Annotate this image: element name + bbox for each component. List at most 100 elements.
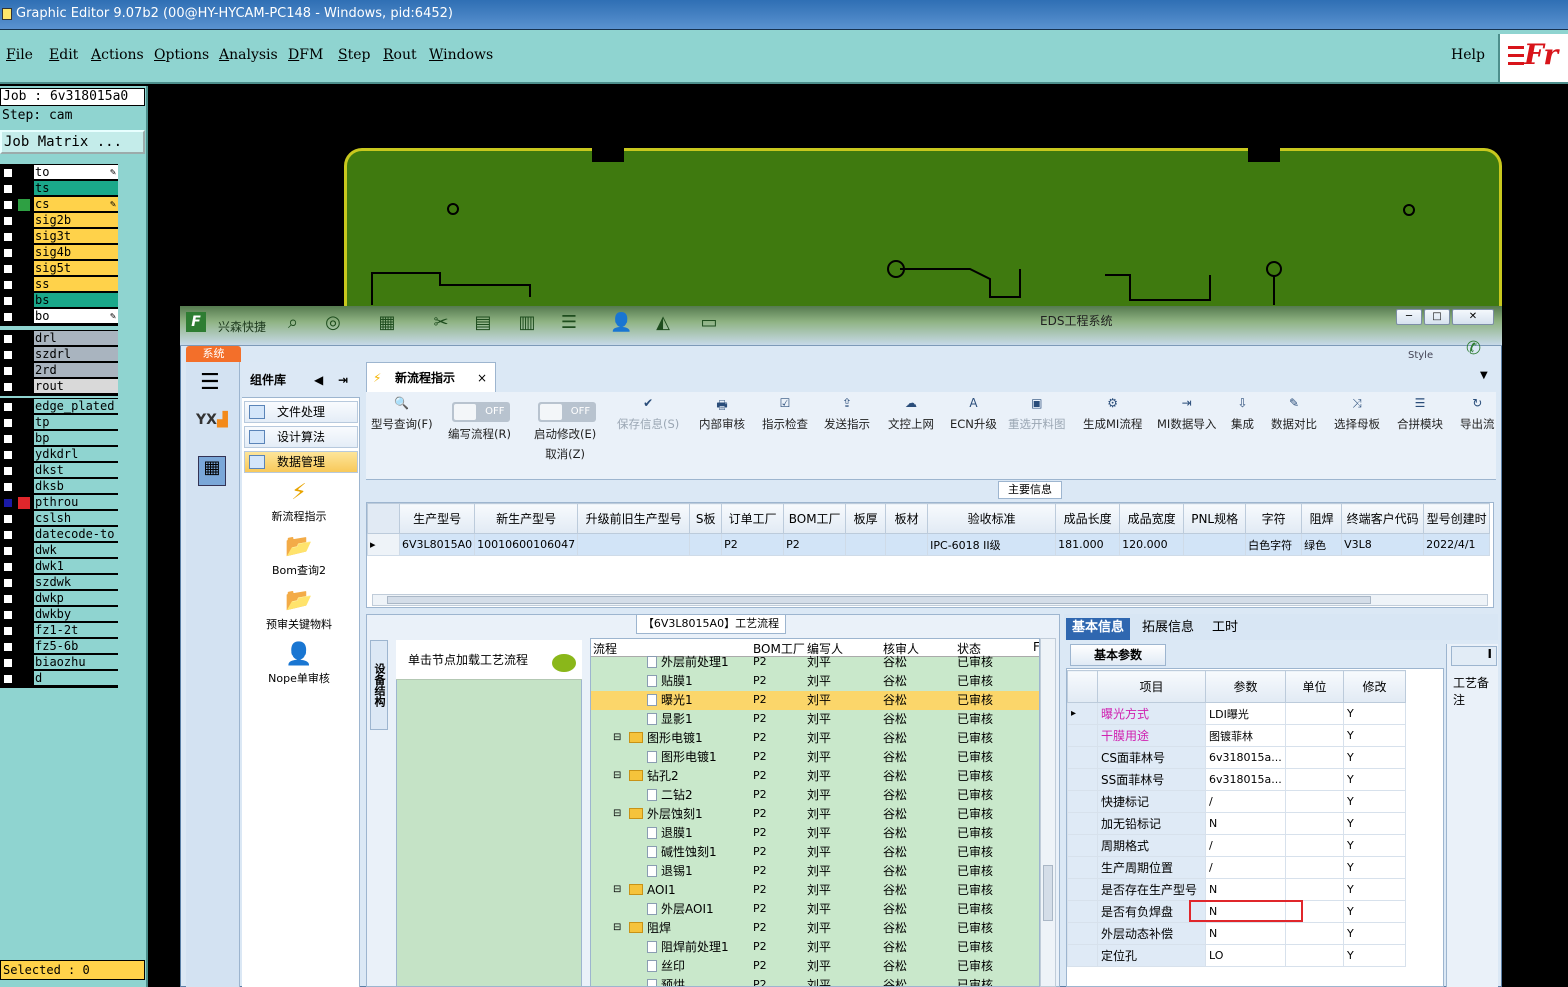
layer-checkbox[interactable]: [2, 673, 14, 685]
layer-checkbox[interactable]: [2, 279, 14, 291]
menu-step[interactable]: Step: [338, 47, 370, 63]
layer-checkbox[interactable]: [2, 295, 14, 307]
lifebuoy-icon[interactable]: ◎: [322, 312, 344, 334]
table-cell[interactable]: [1183, 533, 1247, 556]
layer-row[interactable]: bp: [1, 431, 118, 447]
ribbon-button[interactable]: ✎ 数据对比: [1271, 396, 1317, 432]
layer-row[interactable]: d: [1, 671, 118, 687]
layer-row[interactable]: ts: [1, 181, 118, 197]
right-tab[interactable]: I: [1451, 646, 1497, 666]
layer-row[interactable]: szdwk: [1, 575, 118, 591]
layer-row[interactable]: pthrou: [1, 495, 118, 511]
param-modify[interactable]: Y: [1343, 878, 1406, 901]
param-unit[interactable]: [1285, 812, 1344, 835]
ribbon-button[interactable]: ☁ 文控上网: [888, 396, 934, 432]
param-unit[interactable]: [1285, 856, 1344, 879]
tree-row[interactable]: 曝光1 P2 刘平 谷松 已审核: [591, 691, 1039, 710]
film-icon[interactable]: ▤: [472, 312, 494, 334]
menu-options[interactable]: Options: [154, 47, 209, 63]
tree-row[interactable]: ⊟ 图形电镀1 P2 刘平 谷松 已审核: [591, 729, 1039, 748]
ribbon-button[interactable]: ↻ 导出流: [1460, 396, 1495, 432]
table-cell[interactable]: 181.000: [1055, 533, 1121, 556]
param-modify[interactable]: Y: [1343, 922, 1406, 945]
param-modify[interactable]: Y: [1343, 944, 1406, 967]
tree-row[interactable]: 退膜1 P2 刘平 谷松 已审核: [591, 824, 1039, 843]
table-cell[interactable]: V3L8: [1341, 533, 1425, 556]
minimize-button[interactable]: ─: [1396, 309, 1422, 325]
layer-checkbox[interactable]: [2, 497, 14, 509]
param-modify[interactable]: Y: [1343, 768, 1406, 791]
param-tab[interactable]: 基本信息: [1066, 618, 1131, 640]
param-unit[interactable]: [1285, 834, 1344, 857]
process-tree[interactable]: 流程 BOM工厂 编写人 核审人 状态 F 外层前处理1 P2 刘平 谷松 已审核 贴膜1 P2 刘平谷…: [590, 638, 1040, 987]
ribbon-button[interactable]: ▣ 重选开料图: [1008, 396, 1066, 432]
menu-file[interactable]: File: [6, 47, 33, 63]
layer-row[interactable]: bs: [1, 293, 118, 309]
column-header[interactable]: 成品宽度: [1119, 503, 1185, 534]
tool-item[interactable]: 📂 预审关键物料: [259, 586, 339, 632]
ribbon-button[interactable]: OFF 启动修改(E) 取消(Z): [534, 396, 596, 462]
column-header[interactable]: 生产型号: [398, 503, 476, 534]
menu-rout[interactable]: Rout: [383, 47, 417, 63]
param-row[interactable]: 周期格式 / Y: [1067, 834, 1406, 857]
basic-params-tab[interactable]: 基本参数: [1070, 644, 1166, 666]
menu-analysis[interactable]: Analysis: [219, 47, 278, 63]
ribbon-button[interactable]: 🖶 内部审核: [699, 396, 745, 432]
column-header[interactable]: PNL规格: [1183, 503, 1247, 534]
param-row[interactable]: 加无铅标记 N Y: [1067, 812, 1406, 835]
tool-item[interactable]: 📂 Bom查询2: [259, 532, 339, 578]
layer-row[interactable]: bo ✎: [1, 309, 118, 325]
ribbon-button[interactable]: ⇩ 集成: [1231, 396, 1254, 432]
menu-edit[interactable]: Edit: [49, 47, 78, 63]
layer-checkbox[interactable]: [2, 167, 14, 179]
toggle-switch[interactable]: OFF: [452, 402, 511, 422]
column-header[interactable]: 新生产型号: [474, 503, 579, 534]
table-cell[interactable]: IPC-6018 II级: [927, 533, 1057, 556]
tree-row[interactable]: 显影1 P2 刘平 谷松 已审核: [591, 710, 1039, 729]
layer-checkbox[interactable]: [2, 183, 14, 195]
tree-row[interactable]: ⊟ 外层蚀刻1 P2 刘平 谷松 已审核: [591, 805, 1039, 824]
column-header[interactable]: 阻焊: [1301, 503, 1343, 534]
tree-row[interactable]: 贴膜1 P2 刘平 谷松 已审核: [591, 672, 1039, 691]
close-tab-icon[interactable]: ×: [477, 363, 487, 393]
collapse-icon[interactable]: ⊟: [613, 729, 621, 747]
param-column-header[interactable]: 修改: [1343, 670, 1406, 703]
column-header[interactable]: BOM工厂: [783, 503, 847, 534]
layer-checkbox[interactable]: [2, 625, 14, 637]
param-row[interactable]: 快捷标记 / Y: [1067, 790, 1406, 813]
login-icon[interactable]: ⇥: [338, 362, 348, 398]
collapse-icon[interactable]: ⊟: [613, 919, 621, 937]
user-icon[interactable]: 👤: [610, 312, 632, 334]
param-value[interactable]: /: [1205, 856, 1286, 879]
ribbon-button[interactable]: A ECN升级: [950, 396, 997, 432]
param-row[interactable]: SS面菲林号 6v318015a... Y: [1067, 768, 1406, 791]
layer-row[interactable]: to ✎: [1, 165, 118, 181]
layer-row[interactable]: drl: [1, 331, 118, 347]
layer-row[interactable]: dksb: [1, 479, 118, 495]
grid-icon[interactable]: ▦: [376, 312, 398, 334]
main-table-hscroll[interactable]: [372, 594, 1488, 606]
table-cell[interactable]: P2: [783, 533, 847, 556]
param-unit[interactable]: [1285, 702, 1344, 725]
toggle-switch[interactable]: OFF: [538, 402, 597, 422]
ribbon-button[interactable]: 🔍 型号查询(F): [371, 396, 433, 432]
table-cell[interactable]: P2: [721, 533, 785, 556]
param-tab[interactable]: 工时: [1206, 618, 1244, 640]
ribbon-button[interactable]: ⇪ 发送指示: [824, 396, 870, 432]
ribbon-button[interactable]: ☑ 指示检查: [762, 396, 808, 432]
table-cell[interactable]: [689, 533, 723, 556]
layer-checkbox[interactable]: [2, 199, 14, 211]
param-row[interactable]: 是否存在生产型号 N Y: [1067, 878, 1406, 901]
ribbon-button[interactable]: ✔ 保存信息(S): [617, 396, 679, 432]
tree-row[interactable]: ⊟ 钻孔2 P2 刘平 谷松 已审核: [591, 767, 1039, 786]
layer-row[interactable]: dwkby: [1, 607, 118, 623]
layer-row[interactable]: sig2b: [1, 213, 118, 229]
layer-checkbox[interactable]: [2, 333, 14, 345]
param-unit[interactable]: [1285, 922, 1344, 945]
param-column-header[interactable]: 参数: [1205, 670, 1286, 703]
column-header[interactable]: 字符: [1245, 503, 1303, 534]
component-item[interactable]: 数据管理: [244, 451, 358, 473]
ribbon-button[interactable]: ⤨ 选择母板: [1334, 396, 1380, 432]
layer-row[interactable]: sig3t: [1, 229, 118, 245]
layer-row[interactable]: dwk: [1, 543, 118, 559]
